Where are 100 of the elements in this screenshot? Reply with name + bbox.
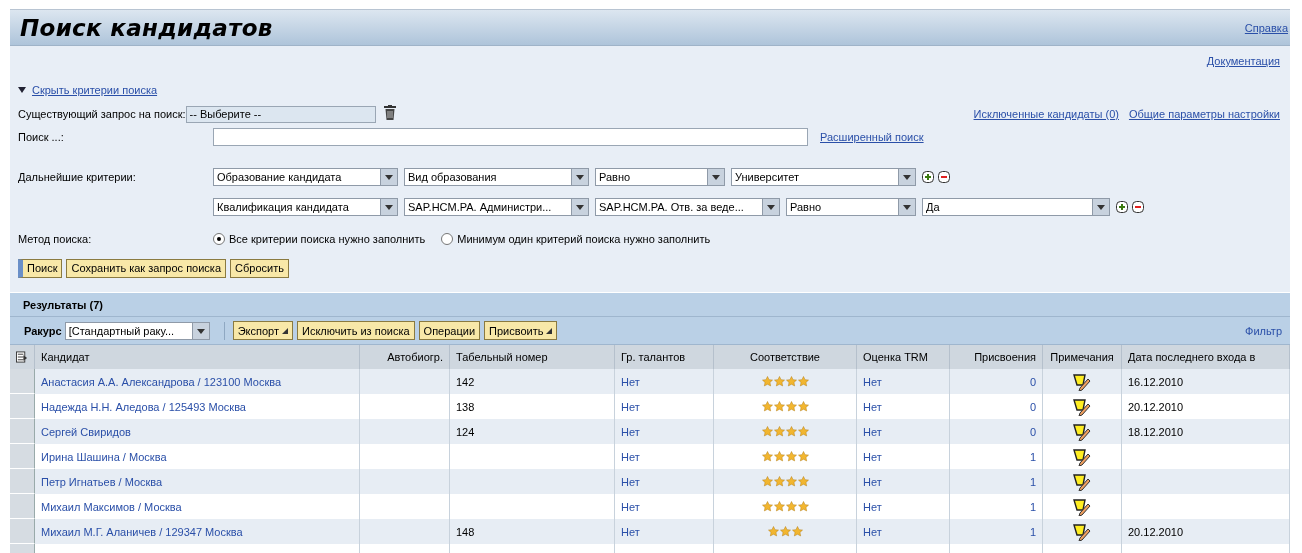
trm-link[interactable]: Нет [863, 425, 882, 438]
talent-group-link[interactable]: Нет [621, 500, 640, 513]
row-selector[interactable] [10, 394, 35, 419]
search-field[interactable] [213, 128, 808, 146]
trm-link[interactable]: Нет [863, 525, 882, 538]
collapse-triangle-icon[interactable] [18, 87, 26, 93]
table-cell: 16.12.2010 [1128, 375, 1184, 388]
excluded-candidates-link[interactable]: Исключенные кандидаты (0) [973, 108, 1119, 120]
column-header[interactable]: Соответствие [714, 345, 857, 369]
help-link[interactable]: Справка [1244, 21, 1288, 34]
talent-group-link[interactable]: Нет [621, 525, 640, 538]
query-dropdown[interactable]: -- Выберите -- [185, 105, 376, 123]
action-button[interactable]: Поиск [18, 258, 63, 278]
caret-icon [576, 174, 584, 180]
remove-icon[interactable] [1132, 201, 1144, 213]
row-selector[interactable] [10, 469, 35, 494]
table-cell: 138 [456, 400, 475, 413]
add-icon[interactable] [1116, 201, 1128, 213]
row-selector[interactable] [10, 519, 35, 544]
advanced-search-link[interactable]: Расширенный поиск [820, 131, 924, 143]
assignments-link[interactable]: 1 [1029, 475, 1036, 488]
criteria-dropdown[interactable]: Равно [786, 198, 916, 216]
assignments-link[interactable]: 0 [1029, 375, 1036, 388]
candidate-link[interactable]: Сергей Свиридов [41, 425, 131, 438]
column-header[interactable]: Примечания [1043, 345, 1122, 369]
criteria-dropdown[interactable]: SAP.HCM.PA. Отв. за веде... [595, 198, 780, 216]
column-header[interactable]: Оценка TRM [857, 345, 950, 369]
column-header[interactable]: Гр. талантов [615, 345, 714, 369]
caret-icon [1097, 204, 1105, 210]
candidate-link[interactable]: Петр Игнатьев / Москва [41, 475, 163, 488]
criteria-dropdown[interactable]: Университет [731, 168, 916, 186]
row-selector[interactable] [10, 494, 35, 519]
remove-icon[interactable] [938, 171, 950, 183]
table-settings-icon[interactable] [16, 351, 28, 363]
row-selector[interactable] [10, 419, 35, 444]
field-label: Дальнейшие критерии: [18, 171, 137, 183]
column-header[interactable]: Кандидат [35, 345, 360, 369]
assignments-link[interactable]: 1 [1029, 500, 1036, 513]
settings-link[interactable]: Общие параметры настройки [1128, 108, 1280, 120]
criteria-dropdown[interactable]: SAP.HCM.PA. Администри... [404, 198, 589, 216]
search-method-radio[interactable]: Все критерии поиска нужно заполнить [213, 233, 426, 245]
search-method-radio[interactable]: Минимум один критерий поиска нужно заполнить [441, 233, 711, 245]
talent-group-link[interactable]: Нет [621, 450, 640, 463]
talent-group-link[interactable]: Нет [621, 425, 640, 438]
trm-link[interactable]: Нет [863, 400, 882, 413]
note-pencil-icon [1072, 447, 1092, 466]
row-selector[interactable] [10, 444, 35, 469]
menu-triangle-icon [546, 327, 553, 334]
action-button[interactable]: Сбросить [230, 258, 289, 278]
toolbar-button[interactable]: Присвоить [484, 321, 558, 340]
documentation-link[interactable]: Документация [1206, 55, 1280, 67]
caret-icon [385, 204, 393, 210]
criteria-dropdown[interactable]: Образование кандидата [213, 168, 398, 186]
talent-group-link[interactable]: Нет [621, 400, 640, 413]
toolbar-button[interactable]: Операции [418, 321, 481, 340]
radio-circle[interactable] [441, 233, 454, 245]
column-header[interactable]: Присвоения [950, 345, 1043, 369]
trash-icon[interactable] [383, 105, 396, 120]
column-header[interactable]: Дата последнего входа в [1122, 345, 1290, 369]
caret-icon [767, 204, 775, 210]
filter-link[interactable]: Фильтр [1245, 324, 1282, 337]
trm-link[interactable]: Нет [863, 375, 882, 388]
toolbar-button[interactable]: Исключить из поиска [296, 321, 415, 340]
toolbar-button[interactable]: Экспорт [232, 321, 293, 340]
criteria-dropdown[interactable]: Равно [595, 168, 725, 186]
field-label: Поиск ...: [18, 131, 65, 143]
trm-link[interactable]: Нет [863, 450, 882, 463]
note-pencil-icon [1072, 522, 1092, 541]
table-cell: 20.12.2010 [1128, 400, 1184, 413]
assignments-link[interactable]: 1 [1029, 525, 1036, 538]
assignments-link[interactable]: 0 [1029, 400, 1036, 413]
candidate-link[interactable]: Михаил М.Г. Аланичев / 129347 Москва [41, 525, 243, 538]
assignments-link[interactable]: 0 [1029, 425, 1036, 438]
caret-icon [385, 174, 393, 180]
caret-icon [576, 204, 584, 210]
talent-group-link[interactable]: Нет [621, 475, 640, 488]
table-cell: 18.12.2010 [1128, 425, 1184, 438]
table-cell: 148 [456, 525, 475, 538]
field-label: Метод поиска: [18, 233, 93, 245]
caret-icon [903, 174, 911, 180]
talent-group-link[interactable]: Нет [621, 375, 640, 388]
row-selector[interactable] [10, 369, 35, 394]
note-pencil-icon [1072, 422, 1092, 441]
trm-link[interactable]: Нет [863, 475, 882, 488]
column-header[interactable]: Автобиогр. [360, 345, 450, 369]
add-icon[interactable] [922, 171, 934, 183]
candidate-link[interactable]: Анастасия А.А. Александрова / 123100 Москва [41, 375, 282, 388]
assignments-link[interactable]: 1 [1029, 450, 1036, 463]
field-label: Существующий запрос на поиск: [18, 108, 186, 120]
radio-circle[interactable] [213, 233, 225, 245]
column-header[interactable]: Табельный номер [450, 345, 615, 369]
page-title: Поиск кандидатов [20, 14, 273, 41]
criteria-dropdown[interactable]: Да [922, 198, 1110, 216]
caret-icon [712, 174, 720, 180]
view-dropdown[interactable]: [Стандартный раку... [64, 321, 210, 340]
criteria-dropdown[interactable]: Вид образования [404, 168, 589, 186]
trm-link[interactable]: Нет [863, 500, 882, 513]
action-button[interactable]: Сохранить как запрос поиска [66, 258, 227, 278]
criteria-dropdown[interactable]: Квалификация кандидата [213, 198, 398, 216]
hide-criteria-link[interactable]: Скрыть критерии поиска [32, 84, 158, 96]
